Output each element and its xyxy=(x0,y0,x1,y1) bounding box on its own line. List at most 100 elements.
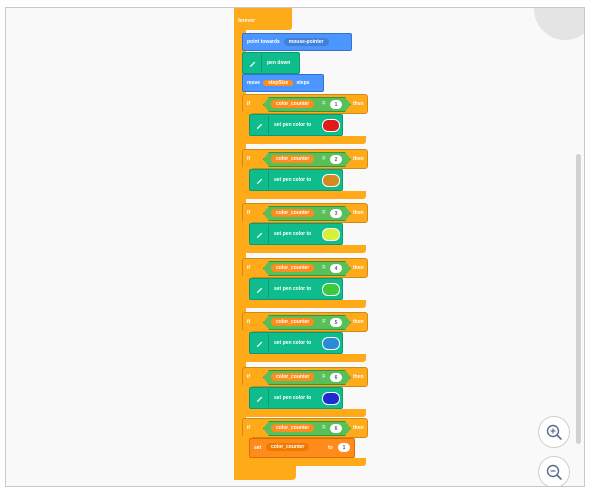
color-counter-reporter[interactable]: color_counter xyxy=(271,373,314,381)
if-label: if xyxy=(247,101,251,107)
pen-down-label: pen down xyxy=(267,60,291,66)
set-variable-block[interactable]: set color_counter to 1 xyxy=(249,438,355,458)
pen-icon xyxy=(250,171,269,189)
forever-block-bottom[interactable] xyxy=(234,464,296,480)
equals-operator[interactable]: color_counter = 6 xyxy=(263,370,351,385)
equals-operator[interactable]: color_counter = 3 xyxy=(263,206,351,221)
if-then-block[interactable]: if color_counter = 1 then xyxy=(242,94,368,114)
pen-icon xyxy=(250,225,269,243)
step-size-reporter[interactable]: stepSize xyxy=(263,80,294,86)
equals-sign: = xyxy=(322,101,326,107)
set-pen-color-block[interactable]: set pen color to xyxy=(249,332,343,354)
if-block-foot xyxy=(242,191,366,199)
set-pen-color-label: set pen color to xyxy=(274,122,312,128)
color-counter-reporter[interactable]: color_counter xyxy=(271,264,314,272)
if-then-block[interactable]: if color_counter = 4 then xyxy=(242,258,368,278)
compare-value[interactable]: 3 xyxy=(330,209,342,218)
if-then-block[interactable]: if color_counter = 3 then xyxy=(242,203,368,223)
color-counter-reporter[interactable]: color_counter xyxy=(271,424,314,432)
pen-icon xyxy=(243,54,262,72)
pen-color-swatch[interactable] xyxy=(322,174,340,187)
equals-operator[interactable]: color_counter = 5 xyxy=(263,315,351,330)
pen-color-swatch[interactable] xyxy=(322,337,340,350)
then-label: then xyxy=(353,265,364,271)
pen-color-swatch[interactable] xyxy=(322,119,340,132)
equals-sign: = xyxy=(322,210,326,216)
if-label: if xyxy=(247,210,251,216)
zoom-out-button[interactable] xyxy=(538,456,570,486)
then-label: then xyxy=(353,374,364,380)
if-then-block[interactable]: if color_counter = 5 then xyxy=(242,312,368,332)
pen-icon xyxy=(250,116,269,134)
compare-value[interactable]: 2 xyxy=(330,155,342,164)
equals-operator[interactable]: color_counter = 1 xyxy=(263,97,351,112)
equals-operator[interactable]: color_counter = 6 xyxy=(263,421,351,436)
if-then-block-7[interactable]: if color_counter = 6 then xyxy=(242,418,368,438)
equals-operator[interactable]: color_counter = 2 xyxy=(263,152,351,167)
if-block-7-foot xyxy=(242,458,366,466)
if-label: if xyxy=(247,319,251,325)
color-counter-reporter[interactable]: color_counter xyxy=(271,100,314,108)
equals-operator[interactable]: color_counter = 4 xyxy=(263,261,351,276)
equals-sign: = xyxy=(322,319,326,325)
equals-sign: = xyxy=(322,156,326,162)
stage-corner-button[interactable] xyxy=(534,8,584,40)
if-then-block[interactable]: if color_counter = 2 then xyxy=(242,149,368,169)
pen-down-block[interactable]: pen down xyxy=(242,52,300,74)
if-label: if xyxy=(247,156,251,162)
then-label: then xyxy=(353,101,364,107)
equals-sign: = xyxy=(322,265,326,271)
if-block-foot xyxy=(242,354,366,362)
zoom-in-icon xyxy=(546,424,562,440)
point-towards-block[interactable]: point towards mouse-pointer xyxy=(242,33,352,51)
set-pen-color-block[interactable]: set pen color to xyxy=(249,114,343,136)
compare-value[interactable]: 4 xyxy=(330,264,342,273)
if-label: if xyxy=(247,425,251,431)
set-pen-color-label: set pen color to xyxy=(274,340,312,346)
set-pen-color-block[interactable]: set pen color to xyxy=(249,223,343,245)
forever-label: forever xyxy=(238,18,255,24)
compare-value[interactable]: 5 xyxy=(330,318,342,327)
vertical-scrollbar[interactable] xyxy=(576,154,581,444)
color-counter-reporter[interactable]: color_counter xyxy=(271,155,314,163)
if-label: if xyxy=(247,374,251,380)
then-label: then xyxy=(353,425,364,431)
equals-sign: = xyxy=(322,425,326,431)
pen-icon xyxy=(250,334,269,352)
then-label: then xyxy=(353,156,364,162)
pen-icon xyxy=(250,389,269,407)
compare-value[interactable]: 1 xyxy=(330,100,342,109)
if-label: if xyxy=(247,265,251,271)
set-pen-color-label: set pen color to xyxy=(274,395,312,401)
pen-color-swatch[interactable] xyxy=(322,228,340,241)
set-pen-color-block[interactable]: set pen color to xyxy=(249,169,343,191)
pen-color-swatch[interactable] xyxy=(322,283,340,296)
pen-icon xyxy=(250,280,269,298)
color-counter-reporter[interactable]: color_counter xyxy=(271,318,314,326)
point-towards-target-dropdown[interactable]: mouse-pointer xyxy=(283,38,329,46)
then-label: then xyxy=(353,210,364,216)
if-then-block[interactable]: if color_counter = 6 then xyxy=(242,367,368,387)
set-pen-color-block[interactable]: set pen color to xyxy=(249,278,343,300)
point-towards-label: point towards xyxy=(247,39,280,45)
if-block-foot xyxy=(242,300,366,308)
then-label: then xyxy=(353,319,364,325)
pen-color-swatch[interactable] xyxy=(322,392,340,405)
set-pen-color-label: set pen color to xyxy=(274,286,312,292)
code-area[interactable]: forever point towards mouse-pointer pen … xyxy=(5,7,585,487)
if-block-foot xyxy=(242,136,366,144)
compare-value[interactable]: 6 xyxy=(330,424,342,433)
set-pen-color-label: set pen color to xyxy=(274,177,312,183)
color-counter-reporter[interactable]: color_counter xyxy=(271,209,314,217)
set-value[interactable]: 1 xyxy=(338,443,350,452)
move-steps-block[interactable]: move stepSize steps xyxy=(242,74,324,92)
set-label: set xyxy=(254,445,262,451)
move-label: move xyxy=(247,80,261,86)
set-pen-color-block[interactable]: set pen color to xyxy=(249,387,343,409)
zoom-in-button[interactable] xyxy=(538,416,570,448)
set-pen-color-label: set pen color to xyxy=(274,231,312,237)
set-variable-dropdown[interactable]: color_counter xyxy=(266,443,310,451)
zoom-out-icon xyxy=(546,464,562,480)
to-label: to xyxy=(328,445,333,451)
compare-value[interactable]: 6 xyxy=(330,373,342,382)
